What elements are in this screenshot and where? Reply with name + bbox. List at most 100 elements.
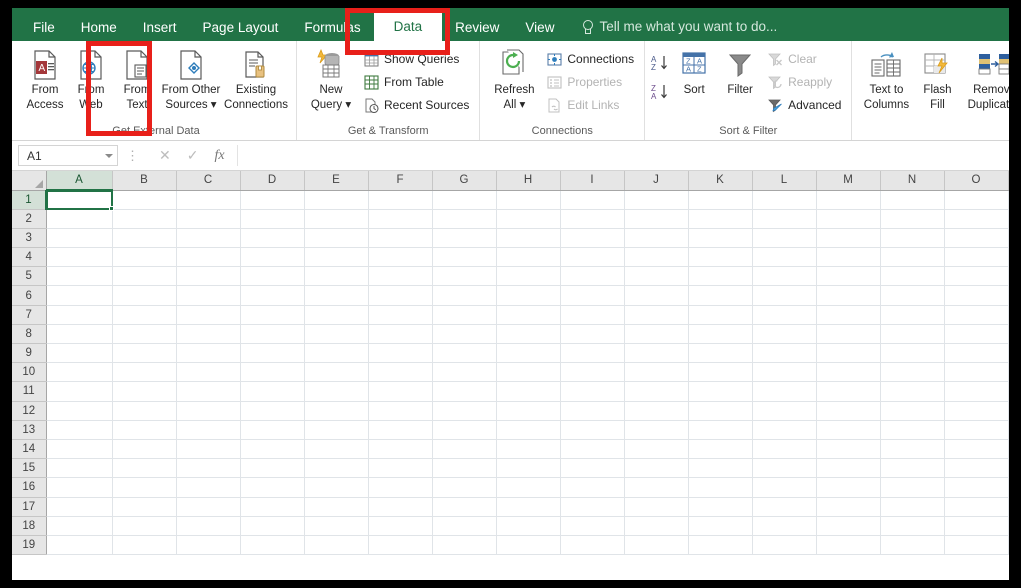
- cell-E17[interactable]: [304, 497, 369, 517]
- cell-F3[interactable]: [368, 228, 433, 249]
- cell-O11[interactable]: [944, 381, 1009, 402]
- cell-N19[interactable]: [880, 535, 945, 556]
- column-header-K[interactable]: K: [688, 171, 753, 191]
- cell-D3[interactable]: [240, 228, 305, 249]
- select-all-corner[interactable]: [12, 171, 47, 191]
- cell-I6[interactable]: [560, 285, 625, 306]
- cell-E5[interactable]: [304, 266, 369, 287]
- cell-H7[interactable]: [496, 305, 561, 325]
- row-header-6[interactable]: 6: [12, 285, 47, 306]
- cell-C2[interactable]: [176, 209, 241, 229]
- cell-L19[interactable]: [752, 535, 817, 556]
- cell-C1[interactable]: [176, 190, 241, 210]
- cell-F10[interactable]: [368, 362, 433, 383]
- cell-B12[interactable]: [112, 401, 177, 421]
- sort-a-to-z-button[interactable]: A Z: [651, 54, 669, 77]
- cell-G13[interactable]: [432, 420, 497, 440]
- cell-F2[interactable]: [368, 209, 433, 229]
- cell-N3[interactable]: [880, 228, 945, 249]
- cell-N14[interactable]: [880, 439, 945, 460]
- cell-A6[interactable]: [46, 285, 113, 306]
- cell-K4[interactable]: [688, 247, 753, 268]
- cell-F8[interactable]: [368, 324, 433, 345]
- existing-connections-button[interactable]: Existing Connections: [222, 44, 290, 112]
- cell-E1[interactable]: [304, 190, 369, 210]
- cell-K13[interactable]: [688, 420, 753, 440]
- row-header-19[interactable]: 19: [12, 535, 47, 556]
- cell-M6[interactable]: [816, 285, 881, 306]
- row-header-18[interactable]: 18: [12, 516, 47, 536]
- formula-bar-expand-dots[interactable]: ⋮: [118, 148, 147, 164]
- column-header-L[interactable]: L: [752, 171, 817, 191]
- cell-C7[interactable]: [176, 305, 241, 325]
- cell-D6[interactable]: [240, 285, 305, 306]
- column-header-H[interactable]: H: [496, 171, 561, 191]
- cell-F19[interactable]: [368, 535, 433, 556]
- cell-K7[interactable]: [688, 305, 753, 325]
- cancel-x-icon[interactable]: ✕: [159, 147, 171, 164]
- cell-C5[interactable]: [176, 266, 241, 287]
- cell-G1[interactable]: [432, 190, 497, 210]
- cell-J18[interactable]: [624, 516, 689, 536]
- cell-I19[interactable]: [560, 535, 625, 556]
- clear-filter-button[interactable]: Clear: [763, 49, 845, 69]
- cell-G7[interactable]: [432, 305, 497, 325]
- row-header-5[interactable]: 5: [12, 266, 47, 287]
- cell-B16[interactable]: [112, 477, 177, 498]
- cell-K2[interactable]: [688, 209, 753, 229]
- cell-L12[interactable]: [752, 401, 817, 421]
- cell-C17[interactable]: [176, 497, 241, 517]
- cell-K16[interactable]: [688, 477, 753, 498]
- cell-M14[interactable]: [816, 439, 881, 460]
- cell-A12[interactable]: [46, 401, 113, 421]
- cell-N16[interactable]: [880, 477, 945, 498]
- cell-I5[interactable]: [560, 266, 625, 287]
- remove-duplicates-button[interactable]: Remove Duplicates: [960, 44, 1009, 112]
- cell-O5[interactable]: [944, 266, 1009, 287]
- column-header-B[interactable]: B: [112, 171, 177, 191]
- cell-L14[interactable]: [752, 439, 817, 460]
- cell-J13[interactable]: [624, 420, 689, 440]
- cell-O16[interactable]: [944, 477, 1009, 498]
- cell-K6[interactable]: [688, 285, 753, 306]
- cell-J15[interactable]: [624, 458, 689, 479]
- cell-A2[interactable]: [46, 209, 113, 229]
- cell-N5[interactable]: [880, 266, 945, 287]
- row-header-12[interactable]: 12: [12, 401, 47, 421]
- cell-G4[interactable]: [432, 247, 497, 268]
- column-header-O[interactable]: O: [944, 171, 1009, 191]
- cell-H10[interactable]: [496, 362, 561, 383]
- cell-F6[interactable]: [368, 285, 433, 306]
- cell-F18[interactable]: [368, 516, 433, 536]
- row-header-4[interactable]: 4: [12, 247, 47, 268]
- cell-I1[interactable]: [560, 190, 625, 210]
- cell-D13[interactable]: [240, 420, 305, 440]
- cell-K5[interactable]: [688, 266, 753, 287]
- cell-B1[interactable]: [112, 190, 177, 210]
- cell-L1[interactable]: [752, 190, 817, 210]
- cell-H18[interactable]: [496, 516, 561, 536]
- cell-O8[interactable]: [944, 324, 1009, 345]
- cell-E3[interactable]: [304, 228, 369, 249]
- cell-M15[interactable]: [816, 458, 881, 479]
- cell-L4[interactable]: [752, 247, 817, 268]
- cell-H1[interactable]: [496, 190, 561, 210]
- cell-G2[interactable]: [432, 209, 497, 229]
- filter-button[interactable]: Filter: [717, 44, 763, 97]
- cell-I4[interactable]: [560, 247, 625, 268]
- cell-N17[interactable]: [880, 497, 945, 517]
- cell-E18[interactable]: [304, 516, 369, 536]
- cell-G9[interactable]: [432, 343, 497, 364]
- cell-O15[interactable]: [944, 458, 1009, 479]
- cell-N12[interactable]: [880, 401, 945, 421]
- cell-K18[interactable]: [688, 516, 753, 536]
- cell-G5[interactable]: [432, 266, 497, 287]
- row-header-17[interactable]: 17: [12, 497, 47, 517]
- column-header-G[interactable]: G: [432, 171, 497, 191]
- cell-F1[interactable]: [368, 190, 433, 210]
- cell-L17[interactable]: [752, 497, 817, 517]
- cell-D18[interactable]: [240, 516, 305, 536]
- cell-M8[interactable]: [816, 324, 881, 345]
- cell-B19[interactable]: [112, 535, 177, 556]
- connections-button[interactable]: Connections: [542, 49, 638, 69]
